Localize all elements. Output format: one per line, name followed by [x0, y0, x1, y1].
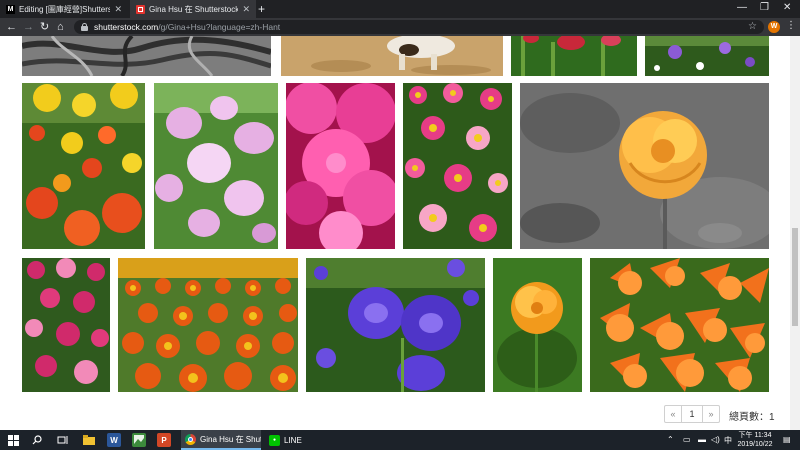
daisies-photo-image	[403, 83, 512, 249]
back-button[interactable]: ←	[6, 21, 17, 33]
tab-shutterstock[interactable]: Gina Hsu 在 Shutterstock 的作品... ✕	[130, 0, 256, 18]
volume-icon[interactable]: ◁)	[711, 435, 720, 444]
gallery-photo-calendula-field[interactable]	[118, 258, 298, 392]
clock-date: 2019/10/22	[737, 441, 773, 448]
tab-title: Editing [圖庫經營]Shutterstock...	[19, 4, 111, 14]
browser-tab-strip: M Editing [圖庫經營]Shutterstock... ✕ Gina H…	[0, 0, 800, 18]
sand-photo-image	[281, 36, 503, 76]
taskbar-line-app[interactable]: ● LINE	[265, 430, 315, 450]
clock-time: 下午 11:34	[738, 432, 772, 439]
next-page-button[interactable]: »	[702, 405, 720, 423]
gallery-photo-orange-rose-green[interactable]	[493, 258, 582, 392]
input-method-indicator[interactable]: 中	[724, 435, 732, 446]
tab-editing[interactable]: M Editing [圖庫經營]Shutterstock... ✕	[0, 0, 128, 18]
gallery-photo-tulips[interactable]	[511, 36, 637, 76]
photos-app-icon[interactable]	[132, 433, 146, 447]
gallery-photo-purple-top[interactable]	[645, 36, 769, 76]
tab-close-icon[interactable]: ✕	[242, 4, 250, 15]
profile-avatar[interactable]: W	[768, 21, 780, 33]
pagination: « 1 »	[664, 405, 720, 423]
search-icon[interactable]	[30, 433, 44, 447]
tray-chevron-icon[interactable]: ⌃	[667, 435, 674, 444]
tab-close-icon[interactable]: ✕	[114, 4, 122, 15]
maximize-button[interactable]: ❐	[760, 2, 769, 13]
close-window-button[interactable]: ✕	[783, 2, 791, 13]
roots-photo-image	[22, 36, 271, 76]
gallery-photo-roots[interactable]	[22, 36, 271, 76]
taskbar-clock[interactable]: 下午 11:34 2019/10/22	[735, 431, 775, 449]
magenta-daisies-photo-image	[22, 258, 110, 392]
gallery-photo-pink-bellflowers[interactable]	[154, 83, 278, 249]
gallery-photo-pink-daisies[interactable]	[403, 83, 512, 249]
tulips-photo-image	[511, 36, 637, 76]
line-icon: ●	[269, 434, 280, 446]
orange-rose-green-photo-image	[493, 258, 582, 392]
network-icon[interactable]: ▭	[683, 435, 691, 444]
powerpoint-icon[interactable]: P	[157, 433, 171, 447]
gallery-photo-purple-bellflowers[interactable]	[306, 258, 485, 392]
orange-rose-photo-image	[520, 83, 769, 249]
gallery-page	[0, 36, 790, 430]
lilies-photo-image	[590, 258, 769, 392]
minimize-button[interactable]: —	[737, 2, 747, 13]
purple-flowers-photo-image	[645, 36, 769, 76]
gallery-photo-sand[interactable]	[281, 36, 503, 76]
forward-button[interactable]: →	[23, 21, 34, 33]
url-text[interactable]: shutterstock.com/g/Gina+Hsu?language=zh-…	[94, 22, 280, 32]
taskbar-app-label: Gina Hsu 在 Shutte...	[200, 434, 261, 444]
taskbar-chrome-app[interactable]: Gina Hsu 在 Shutte...	[181, 430, 261, 450]
notification-center-icon[interactable]: ▤	[783, 435, 791, 444]
windows-taskbar: W P Gina Hsu 在 Shutte... ● LINE ⌃ ▭ ▬ ◁)…	[0, 430, 800, 450]
word-icon[interactable]: W	[107, 433, 121, 447]
prev-page-button[interactable]: «	[664, 405, 682, 423]
battery-icon[interactable]: ▬	[698, 435, 706, 444]
gallery-photo-orange-rose-bw[interactable]	[520, 83, 769, 249]
chrome-icon	[185, 433, 196, 445]
page-total-label: 總頁數：1	[729, 412, 775, 423]
gallery-photo-pink-asters[interactable]	[286, 83, 395, 249]
gallery-photo-magenta-daisies[interactable]	[22, 258, 110, 392]
shutterstock-favicon-icon	[136, 4, 145, 14]
new-tab-button[interactable]: +	[258, 2, 265, 16]
flower-field-photo-image	[118, 258, 298, 392]
browser-toolbar: ← → ↻ ⌂ shutterstock.com/g/Gina+Hsu?lang…	[0, 18, 800, 36]
tab-title: Gina Hsu 在 Shutterstock 的作品...	[149, 4, 239, 14]
reload-button[interactable]: ↻	[40, 21, 49, 33]
page-number-input[interactable]: 1	[682, 405, 702, 423]
address-bar[interactable]: shutterstock.com/g/Gina+Hsu?language=zh-…	[74, 20, 764, 34]
poppies-photo-image	[22, 83, 145, 249]
task-view-icon[interactable]	[55, 433, 69, 447]
bookmark-star-icon[interactable]: ☆	[748, 21, 757, 32]
page-scrollbar-thumb[interactable]	[792, 228, 798, 326]
windows-start-icon[interactable]	[6, 433, 20, 447]
taskbar-app-label: LINE	[284, 435, 302, 445]
file-explorer-icon[interactable]	[82, 433, 96, 447]
gallery-photo-yellow-red-poppies[interactable]	[22, 83, 145, 249]
bellflowers-photo-image	[154, 83, 278, 249]
home-button[interactable]: ⌂	[57, 21, 64, 33]
lock-icon[interactable]	[81, 23, 88, 31]
gallery-photo-orange-lilies[interactable]	[590, 258, 769, 392]
browser-menu-icon[interactable]: ⋮	[786, 20, 796, 31]
purple-bellflowers-photo-image	[306, 258, 485, 392]
asters-photo-image	[286, 83, 395, 249]
medium-favicon-icon: M	[6, 4, 15, 14]
